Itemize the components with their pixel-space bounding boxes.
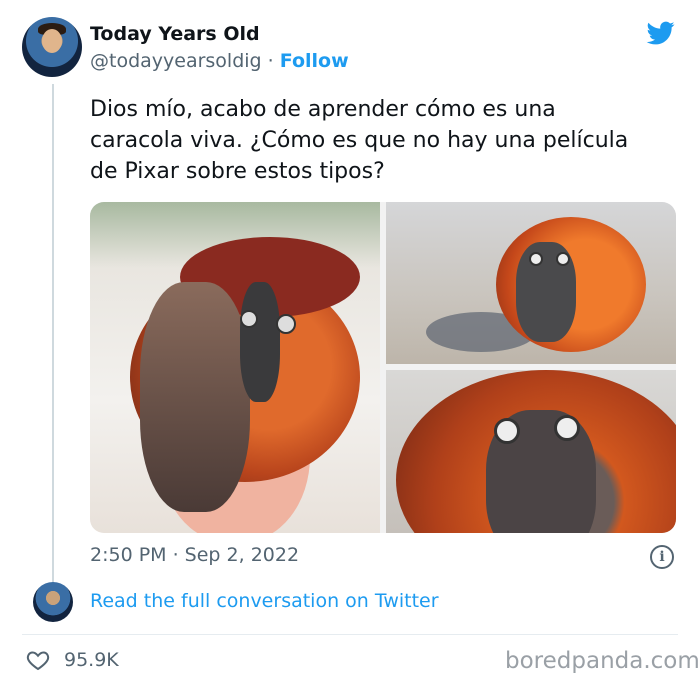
author-name[interactable]: Today Years Old bbox=[90, 23, 260, 45]
thread-line bbox=[52, 84, 54, 584]
follow-button[interactable]: Follow bbox=[280, 50, 349, 72]
twitter-bird-icon[interactable] bbox=[645, 19, 677, 47]
conversation-avatar bbox=[33, 582, 73, 622]
photo-conch-on-sand[interactable] bbox=[386, 202, 676, 364]
tweet-timestamp[interactable]: 2:50 PM · Sep 2, 2022 bbox=[90, 544, 299, 566]
heart-icon[interactable] bbox=[25, 648, 51, 672]
read-conversation-link[interactable]: Read the full conversation on Twitter bbox=[90, 590, 439, 612]
author-handle-line: @todayyearsoldig · Follow bbox=[90, 50, 349, 72]
photo-conch-in-hand[interactable] bbox=[90, 202, 380, 533]
author-handle[interactable]: @todayyearsoldig bbox=[90, 50, 262, 72]
like-count[interactable]: 95.9K bbox=[64, 649, 119, 671]
handle-separator: · bbox=[261, 50, 280, 72]
photo-conch-closeup[interactable] bbox=[386, 370, 676, 533]
tweet-text: Dios mío, acabo de aprender cómo es una … bbox=[90, 94, 690, 187]
info-icon[interactable]: i bbox=[650, 545, 674, 569]
author-avatar[interactable] bbox=[22, 17, 82, 77]
media-grid bbox=[90, 202, 676, 533]
tweet-text-line: Dios mío, acabo de aprender cómo es una bbox=[90, 97, 556, 122]
boredpanda-watermark: boredpanda.com bbox=[505, 648, 700, 674]
tweet-text-line: caracola viva. ¿Cómo es que no hay una p… bbox=[90, 128, 629, 153]
divider bbox=[22, 634, 678, 635]
tweet-text-line: de Pixar sobre estos tipos? bbox=[90, 159, 385, 184]
